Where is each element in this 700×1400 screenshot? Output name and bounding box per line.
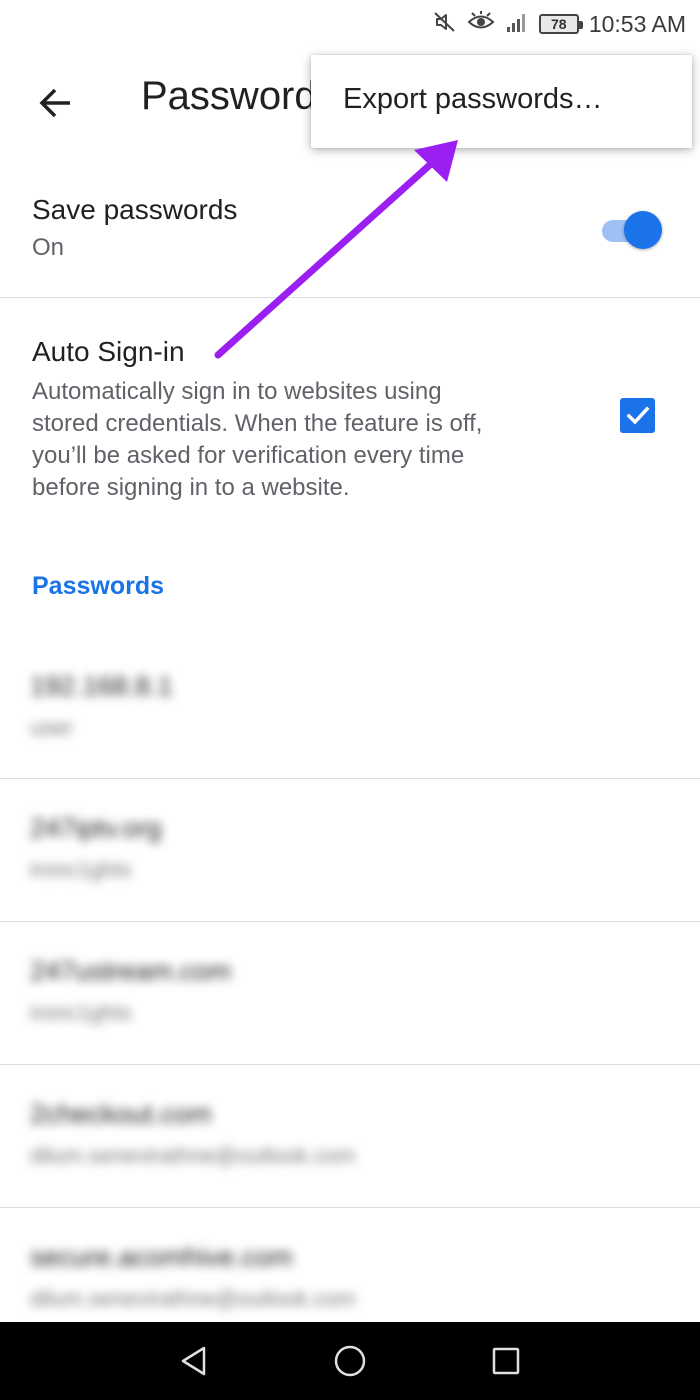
auto-signin-description-line-1: Automatically sign in to websites using: [32, 378, 442, 405]
save-passwords-toggle[interactable]: [600, 211, 664, 249]
clock: 10:53 AM: [588, 10, 686, 37]
nav-recents-button[interactable]: [483, 1338, 529, 1384]
password-site: 2checkout.com: [30, 1099, 212, 1129]
auto-signin-setting[interactable]: Auto Sign-in Automatically sign in to we…: [0, 298, 700, 528]
password-list-item[interactable]: 247ustream.com ironc1ghts: [0, 922, 700, 1064]
password-username: user: [30, 715, 73, 740]
password-list-item[interactable]: 192.168.8.1 user: [0, 637, 700, 779]
auto-signin-description-line-2: stored credentials. When the feature is …: [32, 410, 483, 437]
checkmark-icon: [626, 406, 649, 425]
export-passwords-menu-item[interactable]: Export passwords…: [343, 83, 603, 116]
battery-icon: 78: [538, 14, 583, 34]
password-username: dilum.senevirathne@outlook.com: [30, 1143, 356, 1168]
status-icons: 78 10:53 AM: [433, 8, 686, 40]
password-list-item[interactable]: 247iptv.org ironc1ghts: [0, 779, 700, 921]
password-site: secure.acomhive.com: [30, 1242, 293, 1272]
auto-signin-description-line-4: before signing in to a website.: [32, 474, 350, 501]
back-arrow-icon: [39, 88, 70, 118]
password-site: 192.168.8.1: [30, 671, 173, 701]
auto-signin-checkbox[interactable]: [620, 398, 655, 433]
overflow-menu: Export passwords…: [311, 55, 692, 148]
battery-level: 78: [551, 16, 567, 32]
save-passwords-state: On: [32, 234, 65, 261]
auto-signin-description-line-3: you’ll be asked for verification every t…: [32, 442, 465, 469]
password-list-item[interactable]: secure.acomhive.com dilum.senevirathne@o…: [0, 1208, 700, 1322]
passwords-section-header: Passwords: [32, 572, 165, 600]
eye-icon: [467, 10, 495, 39]
recents-square-icon: [492, 1347, 520, 1375]
auto-signin-title: Auto Sign-in: [32, 336, 185, 367]
back-button[interactable]: [28, 76, 82, 130]
home-circle-icon: [334, 1345, 366, 1377]
toggle-thumb: [624, 211, 662, 249]
nav-back-button[interactable]: [171, 1338, 217, 1384]
save-passwords-setting[interactable]: Save passwords On: [0, 168, 700, 298]
save-passwords-title: Save passwords: [32, 194, 238, 225]
back-triangle-icon: [181, 1346, 206, 1376]
password-list-item[interactable]: 2checkout.com dilum.senevirathne@outlook…: [0, 1065, 700, 1207]
password-site: 247ustream.com: [30, 956, 232, 986]
page-title: Passwords: [141, 74, 337, 118]
password-username: dilum.senevirathne@outlook.com: [30, 1286, 356, 1311]
status-bar: 78 10:53 AM: [0, 0, 700, 48]
password-username: ironc1ghts: [30, 1000, 132, 1025]
password-site: 247iptv.org: [30, 813, 162, 843]
nav-home-button[interactable]: [327, 1338, 373, 1384]
system-navigation-bar: [0, 1322, 700, 1400]
password-username: ironc1ghts: [30, 857, 132, 882]
mute-icon: [433, 10, 457, 39]
signal-icon: [505, 11, 529, 38]
